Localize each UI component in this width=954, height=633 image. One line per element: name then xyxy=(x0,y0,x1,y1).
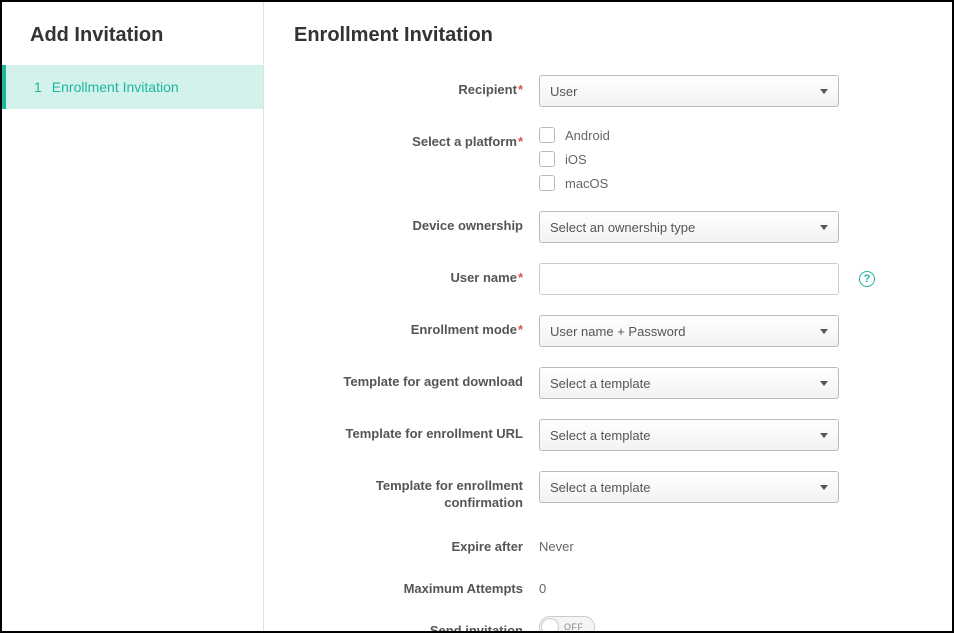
select-recipient-value: User xyxy=(550,84,577,99)
field-recipient: Recipient* User xyxy=(294,75,922,107)
select-enrollmode[interactable]: User name + Password xyxy=(539,315,839,347)
checkbox-ios[interactable] xyxy=(539,151,555,167)
toggle-sendinvite[interactable]: OFF xyxy=(539,616,595,631)
caret-down-icon xyxy=(820,225,828,230)
label-platform: Select a platform* xyxy=(294,127,539,149)
select-enrollmode-value: User name + Password xyxy=(550,324,685,339)
sidebar-item-enrollment-invitation[interactable]: 1 Enrollment Invitation xyxy=(2,65,263,109)
label-tmpl-confirm: Template for enrollment confirmation xyxy=(294,471,539,512)
sidebar-item-label: Enrollment Invitation xyxy=(52,79,179,95)
select-tmpl-url[interactable]: Select a template xyxy=(539,419,839,451)
checkbox-row-macos: macOS xyxy=(539,175,610,191)
sidebar-title: Add Invitation xyxy=(2,2,263,65)
checkbox-macos[interactable] xyxy=(539,175,555,191)
field-expire: Expire after Never xyxy=(294,532,922,554)
field-sendinvite: Send invitation OFF xyxy=(294,616,922,631)
help-icon[interactable]: ? xyxy=(859,271,875,287)
field-tmpl-url: Template for enrollment URL Select a tem… xyxy=(294,419,922,451)
checkbox-row-android: Android xyxy=(539,127,610,143)
select-tmpl-agent-value: Select a template xyxy=(550,376,650,391)
label-ownership: Device ownership xyxy=(294,211,539,233)
sidebar: Add Invitation 1 Enrollment Invitation xyxy=(2,2,264,631)
select-tmpl-url-value: Select a template xyxy=(550,428,650,443)
field-maxattempts: Maximum Attempts 0 xyxy=(294,574,922,596)
checkbox-row-ios: iOS xyxy=(539,151,610,167)
label-tmpl-agent: Template for agent download xyxy=(294,367,539,389)
label-username: User name* xyxy=(294,263,539,285)
select-tmpl-confirm-value: Select a template xyxy=(550,480,650,495)
checkbox-android[interactable] xyxy=(539,127,555,143)
field-ownership: Device ownership Select an ownership typ… xyxy=(294,211,922,243)
sidebar-step-number: 1 xyxy=(34,79,42,95)
toggle-knob xyxy=(541,618,559,631)
field-username: User name* ? xyxy=(294,263,922,295)
label-maxattempts: Maximum Attempts xyxy=(294,574,539,596)
page-title: Enrollment Invitation xyxy=(294,24,922,47)
value-maxattempts: 0 xyxy=(539,574,546,596)
checkbox-label-android: Android xyxy=(565,128,610,143)
select-recipient[interactable]: User xyxy=(539,75,839,107)
label-enrollmode: Enrollment mode* xyxy=(294,315,539,337)
select-ownership[interactable]: Select an ownership type xyxy=(539,211,839,243)
field-tmpl-agent: Template for agent download Select a tem… xyxy=(294,367,922,399)
field-platform: Select a platform* Android iOS macOS xyxy=(294,127,922,191)
field-enrollmode: Enrollment mode* User name + Password xyxy=(294,315,922,347)
label-sendinvite: Send invitation xyxy=(294,616,539,631)
caret-down-icon xyxy=(820,433,828,438)
select-tmpl-agent[interactable]: Select a template xyxy=(539,367,839,399)
input-username[interactable] xyxy=(539,263,839,295)
caret-down-icon xyxy=(820,89,828,94)
label-tmpl-url: Template for enrollment URL xyxy=(294,419,539,441)
select-ownership-value: Select an ownership type xyxy=(550,220,695,235)
checkbox-label-ios: iOS xyxy=(565,152,587,167)
value-expire: Never xyxy=(539,532,574,554)
main-panel: Enrollment Invitation Recipient* User Se… xyxy=(264,2,952,631)
field-tmpl-confirm: Template for enrollment confirmation Sel… xyxy=(294,471,922,512)
checkbox-label-macos: macOS xyxy=(565,176,608,191)
caret-down-icon xyxy=(820,485,828,490)
label-recipient: Recipient* xyxy=(294,75,539,97)
select-tmpl-confirm[interactable]: Select a template xyxy=(539,471,839,503)
caret-down-icon xyxy=(820,381,828,386)
caret-down-icon xyxy=(820,329,828,334)
label-expire: Expire after xyxy=(294,532,539,554)
toggle-state-label: OFF xyxy=(564,622,584,631)
